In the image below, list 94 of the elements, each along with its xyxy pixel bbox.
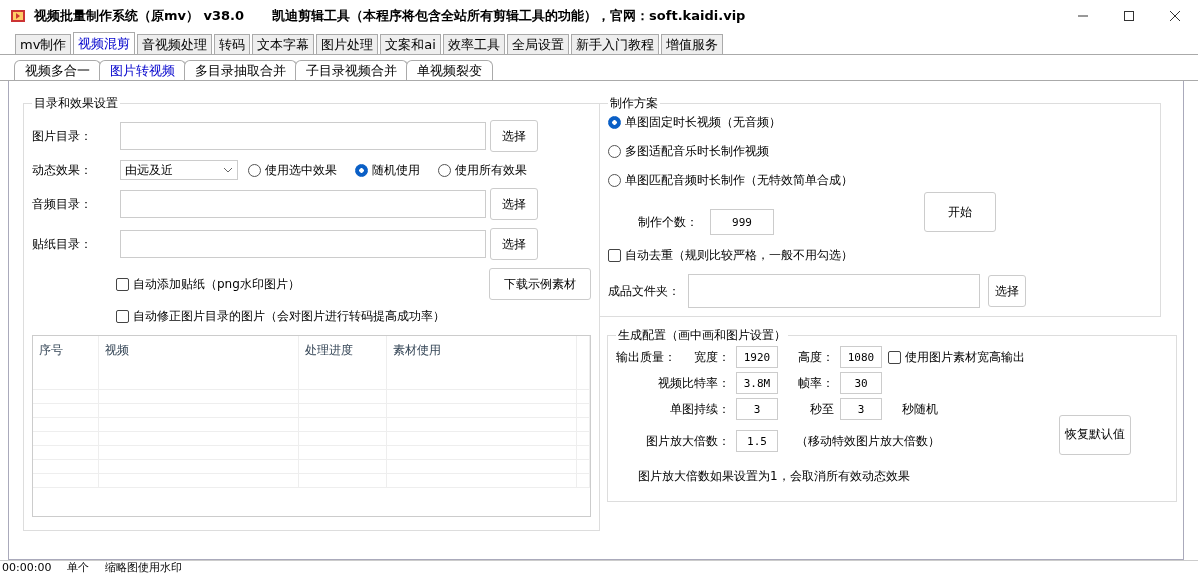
window-title: 视频批量制作系统（原mv） v38.0 — [34, 7, 245, 25]
height-field[interactable]: 1080 — [840, 346, 882, 368]
tab[interactable]: mv制作 — [15, 34, 72, 54]
field-label: 成品文件夹： — [608, 282, 680, 300]
field-label: 动态效果： — [32, 161, 93, 179]
table-cell — [577, 460, 590, 474]
field-label: 秒随机 — [902, 400, 938, 418]
bitrate-field[interactable]: 3.8M — [736, 372, 778, 394]
table-cell — [33, 418, 99, 432]
field-label: 视频比特率： — [657, 374, 730, 392]
group-title: 目录和效果设置 — [33, 95, 119, 112]
field-label: 音频目录： — [32, 195, 93, 213]
table-cell — [577, 404, 590, 418]
radio-option[interactable]: 单图固定时长视频（无音频） — [608, 114, 781, 131]
table-cell — [33, 460, 99, 474]
tab[interactable]: 效率工具 — [442, 34, 505, 54]
start-button[interactable]: 开始 — [924, 192, 996, 232]
field-label: 帧率： — [797, 374, 834, 392]
field-label: 宽度： — [693, 348, 730, 366]
choose-button[interactable]: 选择 — [988, 275, 1026, 307]
choose-button[interactable]: 选择 — [490, 120, 538, 152]
tab[interactable]: 视频混剪 — [73, 32, 136, 54]
radio-option[interactable]: 随机使用 — [355, 161, 420, 179]
tab[interactable]: 单视频裂变 — [406, 60, 493, 80]
tab[interactable]: 全局设置 — [506, 34, 569, 54]
field-label: 高度： — [797, 348, 834, 366]
count-field[interactable]: 999 — [710, 209, 774, 235]
radio-option[interactable]: 单图匹配音频时长制作（无特效简单合成） — [608, 172, 853, 189]
table-cell — [33, 474, 99, 488]
radio-option[interactable]: 使用所有效果 — [438, 161, 527, 179]
checkbox-option[interactable]: 使用图片素材宽高输出 — [888, 348, 1025, 366]
table-cell — [577, 432, 590, 446]
status-text: 00:00:00 — [2, 561, 52, 575]
effect-dropdown[interactable]: 由远及近 — [120, 160, 238, 180]
hint-text: （移动特效图片放大倍数） — [796, 432, 940, 450]
field-label: 贴纸目录： — [32, 235, 93, 253]
note-text: 图片放大倍数如果设置为1，会取消所有效动态效果 — [638, 468, 910, 485]
checkbox-option[interactable]: 自动修正图片目录的图片（会对图片进行转码提高成功率） — [116, 308, 445, 325]
width-field[interactable]: 1920 — [736, 346, 778, 368]
input-field[interactable] — [120, 122, 486, 150]
table-cell — [577, 446, 590, 460]
radio-option[interactable]: 多图适配音乐时长制作视频 — [608, 143, 769, 160]
field-label: 图片目录： — [32, 127, 93, 145]
table-cell — [577, 474, 590, 488]
field-label: 制作个数： — [638, 213, 698, 231]
group-title: 生成配置（画中画和图片设置） — [617, 327, 787, 344]
maximize-icon — [1124, 11, 1134, 21]
output-folder-field[interactable] — [688, 274, 980, 308]
checkbox-option[interactable]: 自动添加贴纸（png水印图片） — [116, 275, 300, 293]
duration-field[interactable]: 3 — [840, 398, 882, 420]
input-field[interactable] — [120, 190, 486, 218]
status-text: 缩略图使用水印 — [105, 561, 183, 575]
field-label: 单图持续： — [669, 400, 730, 418]
checkbox-option[interactable]: 自动去重（规则比较严格，一般不用勾选） — [608, 247, 853, 264]
download-button[interactable]: 下载示例素材 — [489, 268, 591, 300]
column-header: 视频 — [99, 336, 299, 376]
app-icon — [10, 8, 26, 24]
table-cell — [33, 376, 99, 390]
zoom-field[interactable]: 1.5 — [736, 430, 778, 452]
window-subtitle: 凯迪剪辑工具（本程序将包含全站所有剪辑工具的功能），官网：soft.kaidi.vip — [272, 7, 747, 25]
tab[interactable]: 转码 — [214, 34, 251, 54]
field-label: 秒至 — [809, 400, 834, 418]
tab[interactable]: 图片转视频 — [99, 60, 186, 80]
field-label: 图片放大倍数： — [645, 432, 730, 450]
table-cell — [33, 446, 99, 460]
radio-option[interactable]: 使用选中效果 — [248, 161, 337, 179]
column-header: 素材使用 — [387, 336, 577, 376]
tab[interactable]: 新手入门教程 — [570, 34, 659, 54]
duration-field[interactable]: 3 — [736, 398, 778, 420]
choose-button[interactable]: 选择 — [490, 188, 538, 220]
tab[interactable]: 视频多合一 — [14, 60, 101, 80]
table-cell — [33, 390, 99, 404]
column-header: 序号 — [33, 336, 99, 376]
tab[interactable]: 增值服务 — [660, 34, 723, 54]
table-cell — [577, 418, 590, 432]
table-cell — [33, 432, 99, 446]
field-label: 输出质量： — [616, 348, 677, 366]
tab[interactable]: 文本字幕 — [252, 34, 315, 54]
table-cell — [33, 404, 99, 418]
reset-button[interactable]: 恢复默认值 — [1059, 414, 1131, 455]
tab[interactable]: 文案和ai — [380, 34, 441, 54]
input-field[interactable] — [120, 230, 486, 258]
tab[interactable]: 多目录抽取合并 — [184, 60, 297, 80]
group-title: 制作方案 — [609, 95, 659, 112]
chevron-down-icon — [223, 167, 233, 173]
close-icon — [1170, 11, 1180, 21]
tab[interactable]: 图片处理 — [316, 34, 379, 54]
fps-field[interactable]: 30 — [840, 372, 882, 394]
status-text: 单个 — [67, 561, 90, 575]
choose-button[interactable]: 选择 — [490, 228, 538, 260]
table-cell — [577, 390, 590, 404]
tab[interactable]: 子目录视频合并 — [295, 60, 408, 80]
column-header: 处理进度 — [299, 336, 387, 376]
tab[interactable]: 音视频处理 — [137, 34, 213, 54]
